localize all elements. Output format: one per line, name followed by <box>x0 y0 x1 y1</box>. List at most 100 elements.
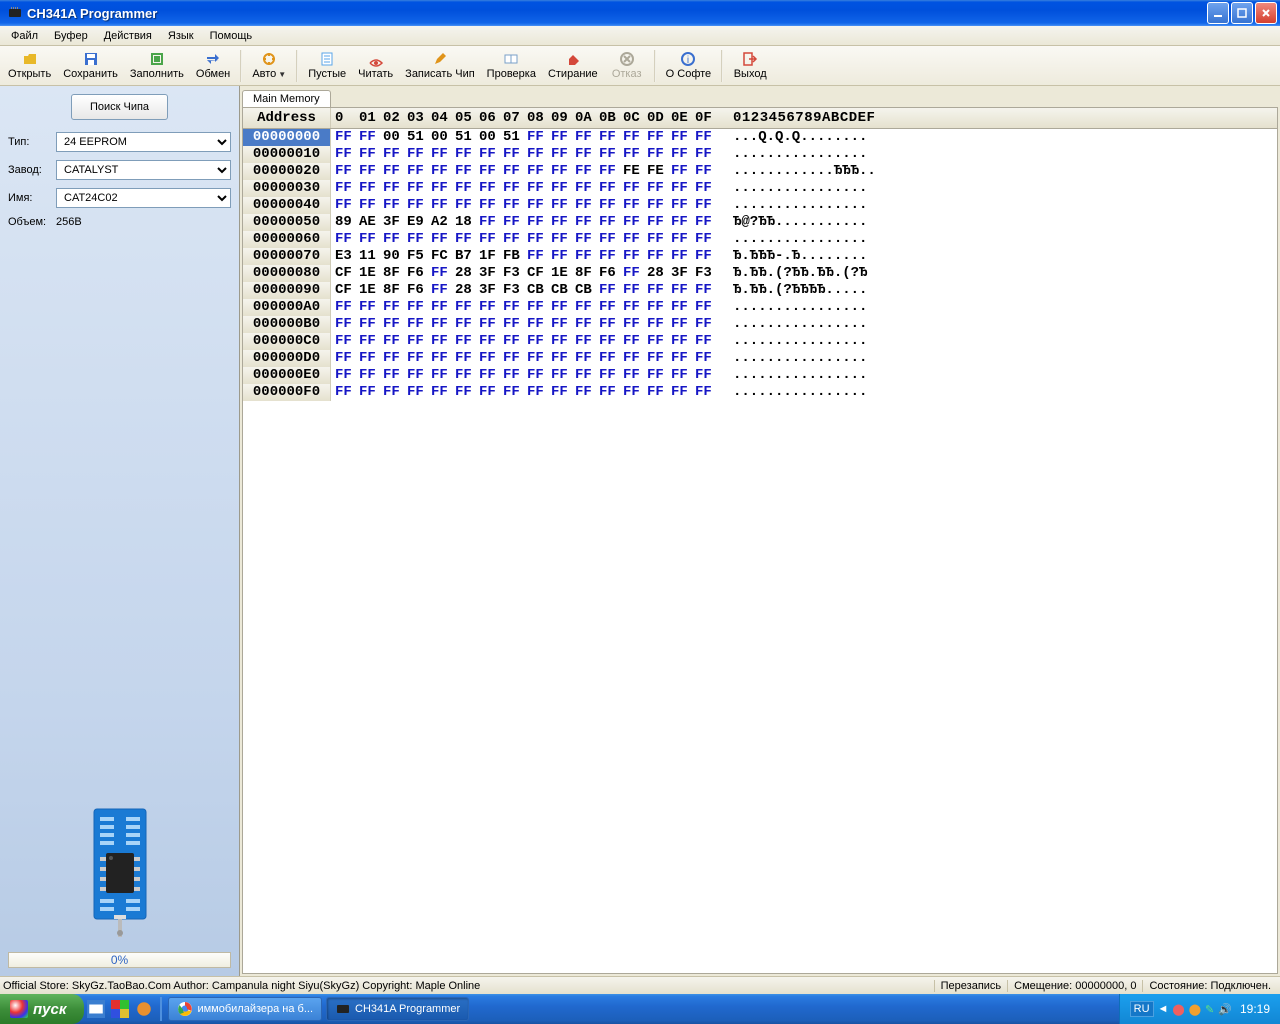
empty-icon <box>319 51 335 67</box>
hex-bytes[interactable]: FFFFFFFFFFFFFFFFFFFFFFFFFFFFFFFF <box>331 333 719 350</box>
hex-bytes[interactable]: E31190F5FCB71FFBFFFFFFFFFFFFFFFF <box>331 248 719 265</box>
hex-row[interactable]: 000000E0FFFFFFFFFFFFFFFFFFFFFFFFFFFFFFFF… <box>243 367 1277 384</box>
tray-clock[interactable]: 19:19 <box>1240 1002 1270 1016</box>
hex-address: 000000B0 <box>243 316 331 333</box>
quicklaunch-icon[interactable] <box>135 1000 153 1018</box>
task-icon <box>335 1001 351 1017</box>
toolbar-empty-button[interactable]: Пустые <box>302 48 352 84</box>
hex-bytes[interactable]: FFFFFFFFFFFFFFFFFFFFFFFFFFFFFFFF <box>331 146 719 163</box>
auto-icon <box>261 51 277 67</box>
hex-row[interactable]: 00000000FFFF005100510051FFFFFFFFFFFFFFFF… <box>243 129 1277 146</box>
hex-ascii: ............ЂЂЂ.. <box>719 163 876 180</box>
hex-bytes[interactable]: FFFFFFFFFFFFFFFFFFFFFFFFFFFFFFFF <box>331 197 719 214</box>
hex-editor[interactable]: Address 00102030405060708090A0B0C0D0E0F … <box>242 107 1278 974</box>
toolbar-erase-button[interactable]: Стирание <box>542 48 604 84</box>
hex-ascii: ................ <box>719 384 867 401</box>
toolbar-save-button[interactable]: Сохранить <box>57 48 124 84</box>
hex-bytes[interactable]: FFFFFFFFFFFFFFFFFFFFFFFFFFFFFFFF <box>331 180 719 197</box>
hex-address: 00000000 <box>243 129 331 146</box>
toolbar-separator <box>296 50 298 82</box>
hex-bytes[interactable]: FFFFFFFFFFFFFFFFFFFFFFFFFFFFFFFF <box>331 384 719 401</box>
hex-bytes[interactable]: FFFFFFFFFFFFFFFFFFFFFFFFFEFEFFFF <box>331 163 719 180</box>
tray-icon[interactable]: ⬤ <box>1189 1003 1201 1016</box>
hex-row[interactable]: 00000060FFFFFFFFFFFFFFFFFFFFFFFFFFFFFFFF… <box>243 231 1277 248</box>
name-label: Имя: <box>8 192 56 204</box>
tab-main-memory[interactable]: Main Memory <box>242 90 331 107</box>
menu-Язык[interactable]: Язык <box>160 28 202 44</box>
tray-icon[interactable]: ✎ <box>1205 1003 1214 1016</box>
menu-Буфер[interactable]: Буфер <box>46 28 96 44</box>
type-select[interactable]: 24 EEPROM <box>56 132 231 152</box>
tab-row: Main Memory <box>240 86 1280 107</box>
hex-ascii: Ђ.ЂЂ.(?ЂЂЂЂ..... <box>719 282 867 299</box>
hex-ascii: ................ <box>719 299 867 316</box>
hex-row[interactable]: 000000C0FFFFFFFFFFFFFFFFFFFFFFFFFFFFFFFF… <box>243 333 1277 350</box>
hex-bytes[interactable]: CF1E8FF6FF283FF3CF1E8FF6FF283FF3 <box>331 265 719 282</box>
maximize-button[interactable] <box>1231 2 1253 24</box>
toolbar-verify-button[interactable]: Проверка <box>481 48 542 84</box>
save-icon <box>83 51 99 67</box>
toolbar-fill-button[interactable]: Заполнить <box>124 48 190 84</box>
hex-bytes[interactable]: FFFFFFFFFFFFFFFFFFFFFFFFFFFFFFFF <box>331 367 719 384</box>
progress-bar: 0% <box>8 952 231 968</box>
toolbar-open-button[interactable]: Открыть <box>2 48 57 84</box>
swap-icon <box>205 51 221 67</box>
toolbar-cancel-button: Отказ <box>604 48 650 84</box>
hex-row[interactable]: 00000080CF1E8FF6FF283FF3CF1E8FF6FF283FF3… <box>243 265 1277 282</box>
hex-row[interactable]: 0000005089AE3FE9A218FFFFFFFFFFFFFFFFFFFF… <box>243 214 1277 231</box>
lang-indicator[interactable]: RU <box>1130 1001 1154 1017</box>
toolbar-exit-button[interactable]: Выход <box>727 48 773 84</box>
hex-row[interactable]: 000000A0FFFFFFFFFFFFFFFFFFFFFFFFFFFFFFFF… <box>243 299 1277 316</box>
hex-address: 00000090 <box>243 282 331 299</box>
toolbar-write-button[interactable]: Записать Чип <box>399 48 481 84</box>
start-button[interactable]: пуск <box>0 994 84 1024</box>
quicklaunch-icon[interactable] <box>87 1000 105 1018</box>
hex-bytes[interactable]: FFFFFFFFFFFFFFFFFFFFFFFFFFFFFFFF <box>331 316 719 333</box>
taskbar-task[interactable]: иммобилайзера на б... <box>168 997 322 1021</box>
hex-row[interactable]: 00000010FFFFFFFFFFFFFFFFFFFFFFFFFFFFFFFF… <box>243 146 1277 163</box>
hex-ascii: ...Q.Q.Q........ <box>719 129 867 146</box>
about-icon: i <box>680 51 696 67</box>
quicklaunch-icon[interactable] <box>111 1000 129 1018</box>
search-chip-button[interactable]: Поиск Чипа <box>71 94 168 120</box>
open-icon <box>22 51 38 67</box>
hex-bytes[interactable]: FFFFFFFFFFFFFFFFFFFFFFFFFFFFFFFF <box>331 231 719 248</box>
fill-icon <box>149 51 165 67</box>
hex-row[interactable]: 000000D0FFFFFFFFFFFFFFFFFFFFFFFFFFFFFFFF… <box>243 350 1277 367</box>
minimize-button[interactable] <box>1207 2 1229 24</box>
hex-row[interactable]: 000000F0FFFFFFFFFFFFFFFFFFFFFFFFFFFFFFFF… <box>243 384 1277 401</box>
close-button[interactable] <box>1255 2 1277 24</box>
hex-row[interactable]: 00000070E31190F5FCB71FFBFFFFFFFFFFFFFFFF… <box>243 248 1277 265</box>
status-left: Official Store: SkyGz.TaoBao.Com Author:… <box>3 980 934 992</box>
hex-bytes[interactable]: FFFFFFFFFFFFFFFFFFFFFFFFFFFFFFFF <box>331 299 719 316</box>
tray-icon[interactable]: ⬤ <box>1172 1003 1184 1016</box>
hex-row[interactable]: 00000090CF1E8FF6FF283FF3CBCBCBFFFFFFFFFF… <box>243 282 1277 299</box>
hex-ascii: ................ <box>719 231 867 248</box>
hex-address: 00000020 <box>243 163 331 180</box>
menu-Действия[interactable]: Действия <box>96 28 160 44</box>
hex-address: 00000050 <box>243 214 331 231</box>
hex-row[interactable]: 00000030FFFFFFFFFFFFFFFFFFFFFFFFFFFFFFFF… <box>243 180 1277 197</box>
hex-bytes[interactable]: CF1E8FF6FF283FF3CBCBCBFFFFFFFFFF <box>331 282 719 299</box>
hex-ascii: ................ <box>719 316 867 333</box>
toolbar-swap-button[interactable]: Обмен <box>190 48 236 84</box>
menu-Помощь[interactable]: Помощь <box>202 28 261 44</box>
hex-row[interactable]: 00000020FFFFFFFFFFFFFFFFFFFFFFFFFEFEFFFF… <box>243 163 1277 180</box>
hex-row[interactable]: 00000040FFFFFFFFFFFFFFFFFFFFFFFFFFFFFFFF… <box>243 197 1277 214</box>
hex-bytes[interactable]: 89AE3FE9A218FFFFFFFFFFFFFFFFFFFF <box>331 214 719 231</box>
name-select[interactable]: CAT24C02 <box>56 188 231 208</box>
toolbar-separator <box>654 50 656 82</box>
status-state: Состояние: Подключен. <box>1142 980 1277 992</box>
tray-volume-icon[interactable]: 🔊 <box>1218 1003 1232 1016</box>
hex-bytes[interactable]: FFFF005100510051FFFFFFFFFFFFFFFF <box>331 129 719 146</box>
hex-bytes[interactable]: FFFFFFFFFFFFFFFFFFFFFFFFFFFFFFFF <box>331 350 719 367</box>
toolbar-about-button[interactable]: iО Софте <box>660 48 718 84</box>
menu-Файл[interactable]: Файл <box>3 28 46 44</box>
toolbar-auto-button[interactable]: Авто▼ <box>246 48 292 84</box>
taskbar-task[interactable]: CH341A Programmer <box>326 997 469 1021</box>
tray-icon[interactable]: ◄ <box>1158 1003 1169 1015</box>
manuf-select[interactable]: CATALYST <box>56 160 231 180</box>
hex-ascii: ................ <box>719 180 867 197</box>
hex-row[interactable]: 000000B0FFFFFFFFFFFFFFFFFFFFFFFFFFFFFFFF… <box>243 316 1277 333</box>
toolbar-read-button[interactable]: Читать <box>352 48 399 84</box>
